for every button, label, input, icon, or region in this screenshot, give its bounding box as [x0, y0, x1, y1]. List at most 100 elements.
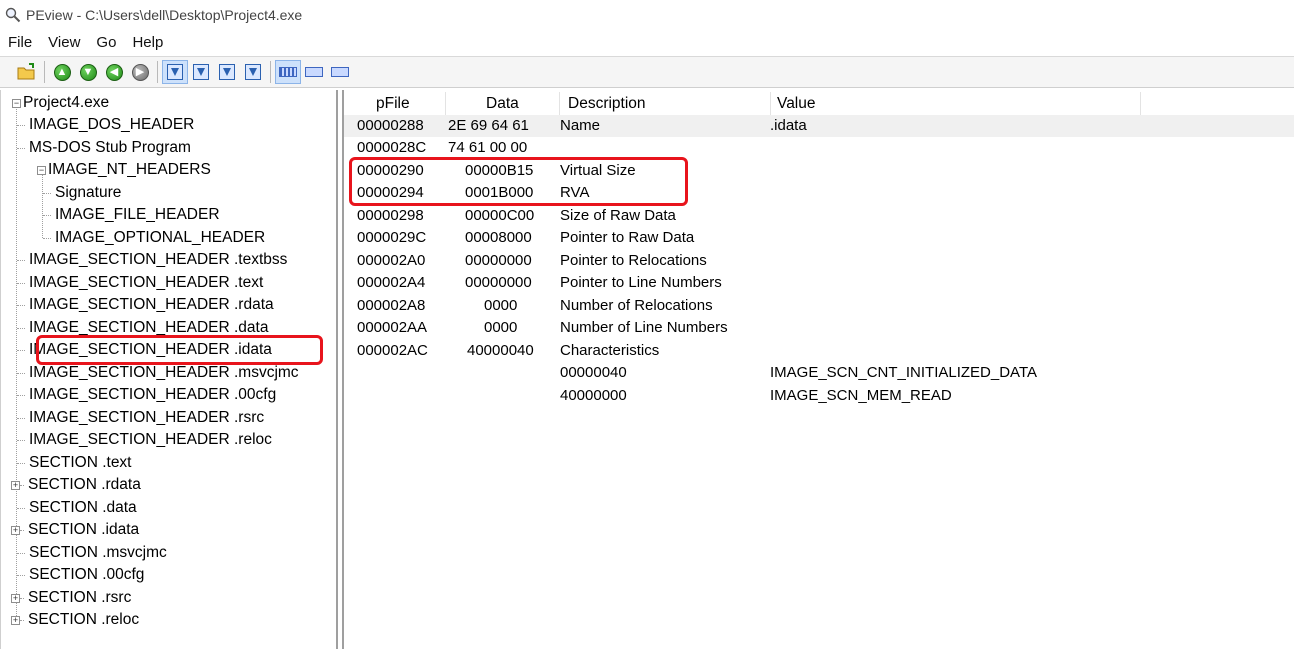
cell-data: 2E 69 64 61 [448, 117, 529, 134]
tree-item-label: IMAGE_SECTION_HEADER .idata [29, 341, 272, 358]
nav-up-icon[interactable]: ◀ [101, 60, 127, 84]
tree-pane[interactable]: − Project4.exe IMAGE_DOS_HEADER MS-DOS S… [0, 90, 338, 649]
tree-item-section-reloc[interactable]: + SECTION .reloc [11, 609, 139, 631]
tree-item-section-00cfg[interactable]: SECTION .00cfg [17, 564, 144, 586]
tree-item-label: MS-DOS Stub Program [29, 139, 191, 156]
tree-item-section-rsrc[interactable]: + SECTION .rsrc [11, 587, 131, 609]
tree-item-label: Project4.exe [23, 94, 110, 111]
tree-item-label: SECTION .00cfg [29, 566, 145, 583]
tree-item-section-idata[interactable]: + SECTION .idata [11, 519, 139, 541]
column-header-pfile[interactable]: pFile [344, 92, 446, 116]
cell-value: .idata [770, 117, 807, 134]
column-header-value[interactable]: Value [771, 92, 1141, 116]
cell-description: Name [560, 117, 601, 134]
tree-item-section-header-rsrc[interactable]: IMAGE_SECTION_HEADER .rsrc [17, 407, 264, 429]
table-row[interactable]: 000002A4 00000000 Pointer to Line Number… [344, 272, 1294, 294]
table-row[interactable]: 00000290 00000B15 Virtual Size [344, 160, 1294, 182]
cell-description: RVA [560, 184, 590, 201]
tree-item-section-header-msvcjmc[interactable]: IMAGE_SECTION_HEADER .msvcjmc [17, 362, 299, 384]
tree-item-label: SECTION .rdata [28, 476, 141, 493]
view-doc-icon-1[interactable] [162, 60, 188, 84]
cell-description: Pointer to Line Numbers [560, 274, 722, 291]
tree-item-root[interactable]: − Project4.exe [12, 92, 109, 114]
tree-item-label: IMAGE_NT_HEADERS [48, 161, 211, 178]
menu-go[interactable]: Go [88, 34, 124, 51]
tree-item-optional-header[interactable]: IMAGE_OPTIONAL_HEADER [43, 227, 265, 249]
tree-item-section-header-data[interactable]: IMAGE_SECTION_HEADER .data [17, 317, 268, 339]
table-row[interactable]: 00000294 0001B000 RVA [344, 182, 1294, 204]
view-doc-icon-2[interactable] [188, 60, 214, 84]
tree-item-section-rdata[interactable]: + SECTION .rdata [11, 474, 141, 496]
menu-bar: File View Go Help [0, 30, 1294, 54]
cell-pfile: 00000290 [357, 162, 424, 179]
view-mode-byte-icon[interactable] [275, 60, 301, 84]
tree-item-dos-header[interactable]: IMAGE_DOS_HEADER [17, 114, 194, 136]
expand-icon[interactable]: + [11, 480, 20, 490]
tree-item-label: IMAGE_DOS_HEADER [29, 116, 195, 133]
table-row[interactable]: 00000298 00000C00 Size of Raw Data [344, 205, 1294, 227]
table-row[interactable]: 00000288 2E 69 64 61 Name .idata [344, 115, 1294, 137]
cell-description: Virtual Size [560, 162, 636, 179]
cell-pfile: 0000029C [357, 229, 427, 246]
table-row[interactable]: 0000029C 00008000 Pointer to Raw Data [344, 227, 1294, 249]
cell-data: 00000000 [465, 274, 532, 291]
tree-item-section-header-idata[interactable]: IMAGE_SECTION_HEADER .idata [17, 339, 272, 361]
tree-item-section-header-reloc[interactable]: IMAGE_SECTION_HEADER .reloc [17, 429, 272, 451]
tree-item-dos-stub[interactable]: MS-DOS Stub Program [17, 137, 191, 159]
view-doc-icon-4[interactable] [240, 60, 266, 84]
table-row[interactable]: 000002A8 0000 Number of Relocations [344, 295, 1294, 317]
tree-item-section-text[interactable]: SECTION .text [17, 452, 132, 474]
tree-item-section-header-00cfg[interactable]: IMAGE_SECTION_HEADER .00cfg [17, 384, 276, 406]
menu-help[interactable]: Help [124, 34, 171, 51]
cell-data: 40000040 [467, 342, 534, 359]
cell-value: IMAGE_SCN_CNT_INITIALIZED_DATA [770, 364, 1037, 381]
table-row[interactable]: 000002AC 40000040 Characteristics [344, 340, 1294, 362]
nav-previous-icon[interactable]: ▶ [127, 60, 153, 84]
cell-pfile: 0000028C [357, 139, 427, 156]
view-doc-icon-3[interactable] [214, 60, 240, 84]
expand-icon[interactable]: + [11, 525, 20, 535]
table-row[interactable]: 000002A0 00000000 Pointer to Relocations [344, 250, 1294, 272]
details-pane[interactable]: pFile Data Description Value 00000288 2E… [342, 90, 1294, 649]
cell-data: 0000 [484, 297, 518, 314]
cell-pfile: 000002AC [357, 342, 428, 359]
expand-icon[interactable]: + [11, 593, 20, 603]
toolbar-separator [270, 61, 271, 83]
tree-item-section-msvcjmc[interactable]: SECTION .msvcjmc [17, 542, 167, 564]
open-file-icon[interactable] [14, 60, 40, 84]
collapse-icon[interactable]: − [12, 98, 21, 108]
column-header-description[interactable]: Description [560, 92, 771, 116]
tree-item-label: Signature [55, 184, 122, 201]
toolbar: ▲ ▼ ◀ ▶ [0, 56, 1294, 88]
tree-item-section-header-rdata[interactable]: IMAGE_SECTION_HEADER .rdata [17, 294, 274, 316]
tree-item-section-header-text[interactable]: IMAGE_SECTION_HEADER .text [17, 272, 263, 294]
tree-item-label: SECTION .reloc [28, 611, 140, 628]
menu-file[interactable]: File [0, 34, 40, 51]
window-title: PEview - C:\Users\dell\Desktop\Project4.… [26, 7, 303, 23]
table-row[interactable]: 000002AA 0000 Number of Line Numbers [344, 317, 1294, 339]
view-mode-dword-icon[interactable] [327, 60, 353, 84]
tree-item-nt-headers[interactable]: − IMAGE_NT_HEADERS [37, 159, 211, 181]
menu-view[interactable]: View [40, 34, 88, 51]
table-row[interactable]: 0000028C 74 61 00 00 [344, 137, 1294, 159]
cell-description: Size of Raw Data [560, 207, 676, 224]
expand-icon[interactable]: + [11, 615, 20, 625]
tree-item-label: SECTION .text [29, 454, 132, 471]
column-header-data[interactable]: Data [446, 92, 560, 116]
collapse-icon[interactable]: − [37, 165, 46, 175]
tree-item-label: IMAGE_SECTION_HEADER .msvcjmc [29, 364, 299, 381]
view-mode-word-icon[interactable] [301, 60, 327, 84]
cell-pfile: 00000294 [357, 184, 424, 201]
cell-description: 00000040 [560, 364, 627, 381]
table-row[interactable]: 00000040 IMAGE_SCN_CNT_INITIALIZED_DATA [344, 362, 1294, 384]
nav-forward-icon[interactable]: ▼ [75, 60, 101, 84]
cell-description: Number of Relocations [560, 297, 713, 314]
table-row[interactable]: 40000000 IMAGE_SCN_MEM_READ [344, 385, 1294, 407]
tree-item-section-data[interactable]: SECTION .data [17, 497, 137, 519]
nav-back-icon[interactable]: ▲ [49, 60, 75, 84]
cell-value: IMAGE_SCN_MEM_READ [770, 387, 952, 404]
tree-item-file-header[interactable]: IMAGE_FILE_HEADER [43, 204, 220, 226]
tree-item-section-header-textbss[interactable]: IMAGE_SECTION_HEADER .textbss [17, 249, 287, 271]
cell-pfile: 000002AA [357, 319, 428, 336]
tree-item-signature[interactable]: Signature [43, 182, 121, 204]
